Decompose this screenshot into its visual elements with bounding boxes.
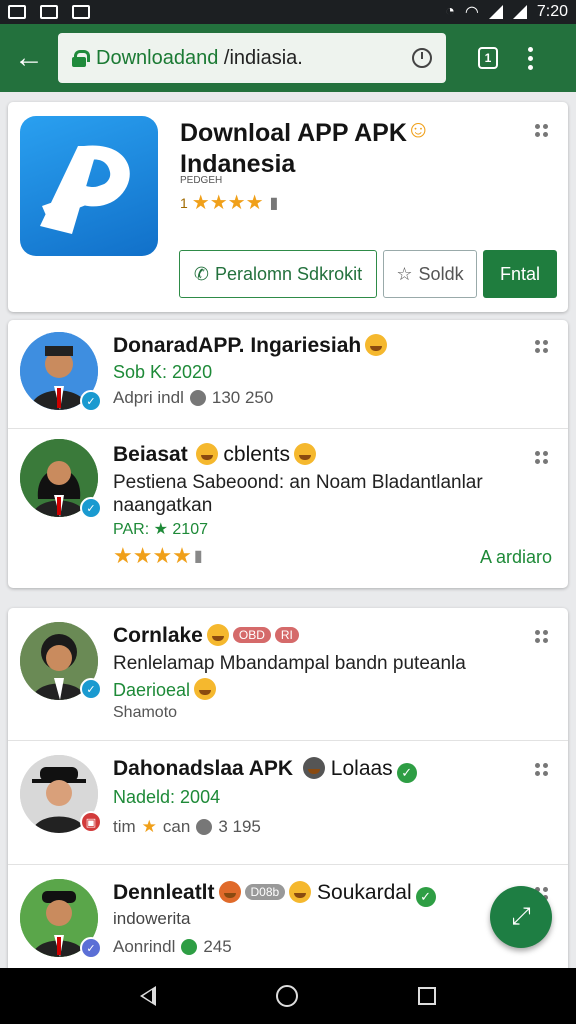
verified-badge-icon: ✓ <box>80 497 102 519</box>
list-item[interactable]: ▣ Dahonadslaa APK Lolaas ✓ Nadeld: 2004 t… <box>8 740 568 864</box>
signal-icon <box>488 5 503 19</box>
list-item[interactable]: ✓ DonaradAPP. Ingariesiah Sob K: 2020 Ad… <box>8 320 568 428</box>
item-title: Beiasat cblents <box>113 443 316 467</box>
status-bar: ◔ ◠ 7:20 <box>0 0 576 24</box>
avatar-emoji-icon <box>206 624 229 646</box>
app-logo <box>20 116 158 256</box>
gallery-icon <box>8 5 26 19</box>
list-item[interactable]: ✓ Beiasat cblents Pestiena Sabeoond: an … <box>8 428 568 588</box>
emoji-icon <box>293 443 316 465</box>
item-title: DonaradAPP. Ingariesiah <box>113 334 388 358</box>
floating-action-button[interactable]: ⤢ <box>490 886 552 948</box>
emoji-icon <box>289 881 312 903</box>
drag-handle-icon[interactable] <box>535 340 548 353</box>
primary-download-button[interactable]: ✆ Peralomn Sdkrokit <box>179 250 377 298</box>
signal-icon-2 <box>512 5 527 19</box>
alarm-icon: ◔ <box>445 3 455 20</box>
star-icon: ★★★★ <box>113 543 192 568</box>
item-description: Renlelamap Mbandampal bandn puteanla <box>113 653 466 674</box>
avatar-emoji-icon <box>302 757 325 779</box>
item-title: Dahonadslaa APK Lolaas ✓ <box>113 757 417 783</box>
item-stats: Shamoto <box>113 704 178 721</box>
browser-toolbar: ← Downloadand /indiasia. 1 <box>0 24 576 92</box>
status-time: 7:20 <box>536 3 568 20</box>
item-meta: indowerita <box>113 909 191 928</box>
item-description: Pestiena Sabeoond: an Noam Bladantlanlar… <box>113 472 483 516</box>
globe-icon <box>196 819 213 835</box>
item-stats: Aonrindl 245 <box>113 937 232 956</box>
install-button[interactable]: Fntal <box>483 250 557 298</box>
star-icon: ★★★★ <box>191 192 264 214</box>
mascot-icon: ☺ <box>406 116 431 143</box>
item-stats: Adpri indl 130 250 <box>113 388 274 407</box>
star-outline-icon: ☆ <box>396 263 413 284</box>
verified-badge-icon: ✓ <box>80 678 102 700</box>
overflow-menu-icon[interactable] <box>528 46 533 70</box>
emoji-icon <box>365 334 388 356</box>
list-card-2: ✓ Cornlake OBD RI Renlelamap Mbandampal ba… <box>8 608 568 970</box>
item-meta: Daerioeal <box>113 678 217 701</box>
rating-stars: ★★★★ ▮ <box>113 543 203 569</box>
item-stats: tim ★ can 3 195 <box>113 817 261 836</box>
thumbs-icon: ▮ <box>193 548 203 565</box>
item-meta: PAR: ★ 2107 <box>113 521 208 538</box>
star-icon: ★ <box>141 817 157 836</box>
globe-icon <box>189 390 206 406</box>
app-header-card: Downloal APP APK Indanesia ☺ PEDGEH 1 ★★… <box>8 102 568 312</box>
item-title: Cornlake OBD RI <box>113 624 299 648</box>
verified-check-icon: ✓ <box>415 887 436 907</box>
emoji-icon <box>194 678 217 700</box>
url-text: Downloadand /indiasia. <box>96 46 303 69</box>
wifi-icon: ◠ <box>464 4 479 21</box>
message-icon <box>72 5 90 19</box>
no-icon <box>218 881 241 903</box>
install-link[interactable]: A ardiaro <box>480 547 552 568</box>
phone-icon: ✆ <box>193 263 210 284</box>
magic-wand-icon: ⤢ <box>511 903 531 930</box>
reload-icon[interactable] <box>412 48 432 68</box>
globe-icon <box>181 939 198 955</box>
drag-handle-icon[interactable] <box>535 124 548 137</box>
list-item[interactable]: ✓ Cornlake OBD RI Renlelamap Mbandampal ba… <box>8 608 568 740</box>
verified-badge-icon: ✓ <box>80 937 102 959</box>
tab-switcher-button[interactable]: 1 <box>478 47 498 69</box>
flag-badge-icon: ▣ <box>80 811 102 833</box>
verified-badge-icon: ✓ <box>80 390 102 412</box>
list-item[interactable]: ✓ Dennleatlt D08b Soukardal ✓ indowerita A… <box>8 864 568 970</box>
nav-back-icon[interactable] <box>140 986 156 1006</box>
item-meta: Nadeld: 2004 <box>113 787 221 807</box>
star-button[interactable]: ☆ Soldk <box>383 250 477 298</box>
nav-recents-icon[interactable] <box>418 987 436 1005</box>
verified-check-icon: ✓ <box>396 763 417 783</box>
thumbs-icon: ▮ <box>269 194 279 212</box>
item-title: Dennleatlt D08b Soukardal ✓ <box>113 881 436 907</box>
back-arrow-icon[interactable]: ← <box>0 24 58 92</box>
drag-handle-icon[interactable] <box>535 630 548 643</box>
drag-handle-icon[interactable] <box>535 451 548 464</box>
drag-handle-icon[interactable] <box>535 763 548 776</box>
url-bar[interactable]: Downloadand /indiasia. <box>58 33 446 83</box>
system-nav-bar <box>0 968 576 1024</box>
list-card-1: ✓ DonaradAPP. Ingariesiah Sob K: 2020 Ad… <box>8 320 568 588</box>
emoji-icon <box>195 443 218 465</box>
image-icon <box>40 5 58 19</box>
item-meta: Sob K: 2020 <box>113 362 213 382</box>
app-rating: 1 ★★★★ ▮ <box>180 192 279 214</box>
app-title: Downloal APP APK Indanesia <box>180 119 407 178</box>
nav-home-icon[interactable] <box>276 985 298 1007</box>
lock-icon <box>72 50 90 67</box>
app-subtitle: PEDGEH <box>180 175 223 186</box>
